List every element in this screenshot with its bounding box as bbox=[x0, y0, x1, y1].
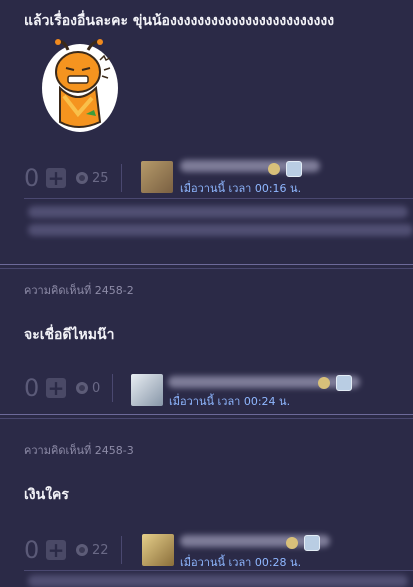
smiley-icon bbox=[286, 537, 298, 549]
plus-vote-button[interactable]: + bbox=[46, 378, 66, 398]
member-badge-icon bbox=[336, 375, 352, 391]
signature-redacted bbox=[28, 206, 408, 218]
vote-count: 0 bbox=[24, 374, 40, 402]
smiley-icon bbox=[268, 163, 280, 175]
post-time-link[interactable]: เมื่อวานนี้ เวลา 00:24 น. bbox=[169, 392, 290, 410]
vote-bar: 0 + 0 bbox=[24, 374, 114, 402]
smiley-icon bbox=[318, 377, 330, 389]
emotion-icon bbox=[76, 544, 88, 556]
member-badge-icon bbox=[286, 161, 302, 177]
vertical-divider bbox=[120, 164, 122, 192]
comment-text: จะเชื่อดีไหมน๊า bbox=[24, 327, 115, 343]
emotion-count: 0 bbox=[92, 380, 101, 396]
vote-bar: 0 + 25 bbox=[24, 164, 122, 192]
avatar[interactable] bbox=[141, 161, 173, 193]
emotion-button[interactable]: 25 bbox=[76, 171, 109, 186]
avatar[interactable] bbox=[131, 374, 163, 406]
vertical-divider bbox=[120, 536, 122, 564]
signature-redacted bbox=[28, 575, 408, 587]
comment-divider bbox=[0, 268, 413, 269]
emotion-count: 22 bbox=[92, 542, 109, 558]
emotion-button[interactable]: 22 bbox=[76, 543, 109, 558]
signature-redacted bbox=[28, 224, 413, 236]
post-time-link[interactable]: เมื่อวานนี้ เวลา 00:16 น. bbox=[180, 179, 301, 197]
emotion-icon bbox=[76, 382, 88, 394]
username-redacted[interactable] bbox=[168, 376, 360, 388]
comment-text: แล้วเรื่องอื่นละคะ ขุ่นน้องงงงงงงงงงงงงง… bbox=[24, 13, 335, 29]
emotion-icon bbox=[76, 172, 88, 184]
plus-vote-button[interactable]: + bbox=[46, 168, 66, 188]
comment-divider bbox=[0, 264, 413, 265]
emotion-count: 25 bbox=[92, 170, 109, 186]
divider bbox=[24, 198, 413, 199]
emotion-button[interactable]: 0 bbox=[76, 381, 100, 396]
member-badge-icon bbox=[304, 535, 320, 551]
comment-divider bbox=[0, 418, 413, 419]
plus-vote-button[interactable]: + bbox=[46, 540, 66, 560]
comment-divider bbox=[0, 414, 413, 415]
vote-count: 0 bbox=[24, 536, 40, 564]
comment-number: ความคิดเห็นที่ 2458-2 bbox=[24, 284, 134, 297]
divider bbox=[24, 570, 413, 571]
comment-text: เงินใคร bbox=[24, 487, 69, 503]
post-time-link[interactable]: เมื่อวานนี้ เวลา 00:28 น. bbox=[180, 553, 301, 571]
comment-top: แล้วเรื่องอื่นละคะ ขุ่นน้องงงงงงงงงงงงงง… bbox=[0, 0, 413, 262]
vote-bar: 0 + 22 bbox=[24, 536, 122, 564]
comment-2458-3: ความคิดเห็นที่ 2458-3 เงินใคร 0 + 22 เมื… bbox=[0, 420, 413, 587]
sticker-image bbox=[38, 36, 122, 134]
comment-number: ความคิดเห็นที่ 2458-3 bbox=[24, 444, 134, 457]
vertical-divider bbox=[112, 374, 114, 402]
comment-2458-2: ความคิดเห็นที่ 2458-2 จะเชื่อดีไหมน๊า 0 … bbox=[0, 270, 413, 410]
avatar[interactable] bbox=[142, 534, 174, 566]
vote-count: 0 bbox=[24, 164, 40, 192]
